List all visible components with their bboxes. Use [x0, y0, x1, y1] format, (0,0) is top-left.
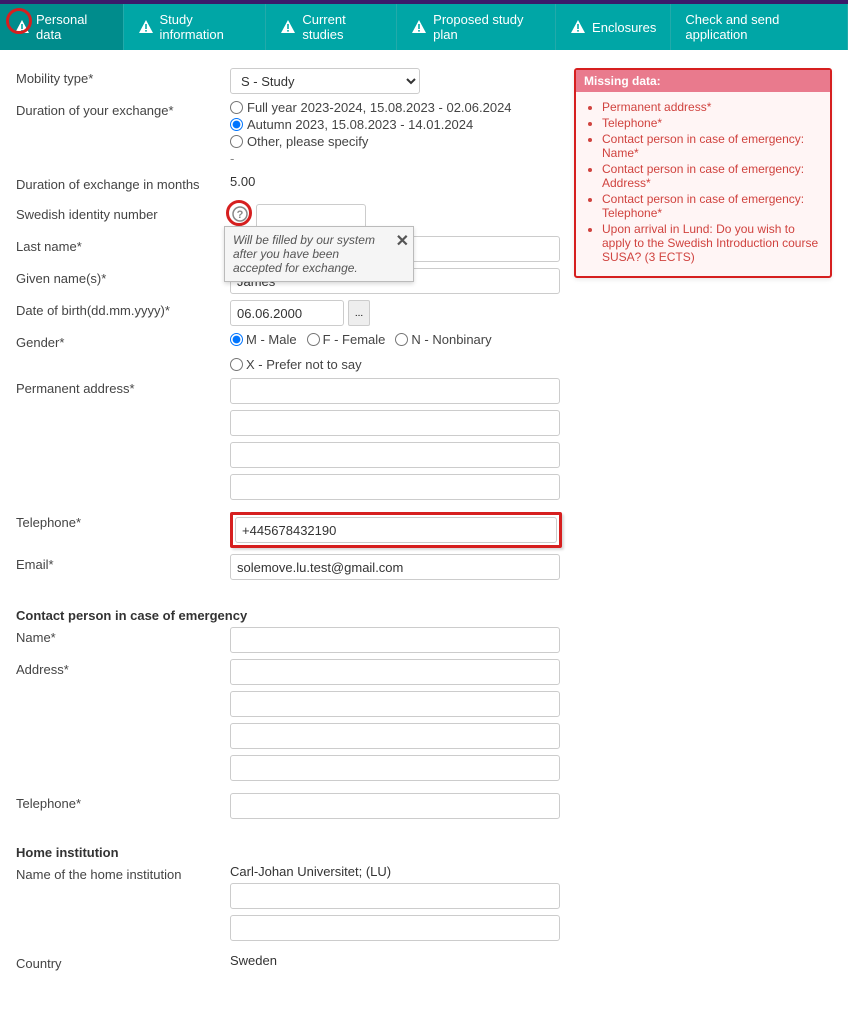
label-lastname: Last name*: [16, 236, 230, 254]
radio-full-year[interactable]: [230, 101, 243, 114]
emerg-tel-input[interactable]: [230, 793, 560, 819]
help-icon[interactable]: ? Will be filled by our system after you…: [230, 204, 250, 224]
tab-personal-data[interactable]: Personal data: [0, 4, 124, 50]
telephone-input[interactable]: [235, 517, 557, 543]
telephone-highlight: [230, 512, 562, 548]
label-duration-months: Duration of exchange in months: [16, 174, 230, 192]
emerg-addr-1[interactable]: [230, 659, 560, 685]
tab-label: Personal data: [36, 12, 109, 42]
tab-label: Study information: [160, 12, 252, 42]
label-country: Country: [16, 953, 230, 971]
tab-current-studies[interactable]: Current studies: [266, 4, 397, 50]
tab-label: Enclosures: [592, 20, 656, 35]
country-value: Sweden: [230, 953, 277, 968]
dob-picker-button[interactable]: ...: [348, 300, 370, 326]
label-telephone: Telephone*: [16, 512, 230, 530]
emerg-addr-3[interactable]: [230, 723, 560, 749]
tab-label: Current studies: [302, 12, 382, 42]
label-mobility: Mobility type*: [16, 68, 230, 86]
perm-addr-2[interactable]: [230, 410, 560, 436]
perm-addr-3[interactable]: [230, 442, 560, 468]
emerg-addr-4[interactable]: [230, 755, 560, 781]
label-emerg-name: Name*: [16, 627, 230, 645]
duration-months-value: 5.00: [230, 174, 255, 189]
warning-icon: [570, 19, 586, 35]
tabs-bar: Personal data Study information Current st…: [0, 4, 848, 50]
emerg-addr-2[interactable]: [230, 691, 560, 717]
tab-label: Check and send application: [685, 12, 833, 42]
missing-data-title: Missing data:: [576, 70, 830, 92]
tab-enclosures[interactable]: Enclosures: [556, 4, 671, 50]
missing-item: Contact person in case of emergency: Tel…: [602, 192, 822, 220]
label-perm-addr: Permanent address*: [16, 378, 230, 396]
label-sin: Swedish identity number: [16, 207, 158, 222]
radio-other[interactable]: [230, 135, 243, 148]
label-duration-exchange: Duration of your exchange*: [16, 100, 230, 118]
email-input[interactable]: [230, 554, 560, 580]
missing-item: Telephone*: [602, 116, 822, 130]
mobility-select[interactable]: S - Study: [230, 68, 420, 94]
svg-text:?: ?: [237, 209, 244, 221]
tab-proposed-study-plan[interactable]: Proposed study plan: [397, 4, 556, 50]
tab-label: Proposed study plan: [433, 12, 541, 42]
label-gender: Gender*: [16, 332, 230, 350]
label-emerg-addr: Address*: [16, 659, 230, 677]
warning-icon: [14, 19, 30, 35]
tab-check-and-send-application[interactable]: Check and send application: [671, 4, 848, 50]
missing-item: Contact person in case of emergency: Nam…: [602, 132, 822, 160]
tooltip-close[interactable]: ✕: [396, 231, 409, 251]
label-emerg-tel: Telephone*: [16, 793, 230, 811]
home-name-value: Carl-Johan Universitet; (LU): [230, 864, 391, 879]
home-extra-2[interactable]: [230, 915, 560, 941]
warning-icon: [138, 19, 154, 35]
home-heading: Home institution: [16, 845, 562, 860]
label-dob: Date of birth(dd.mm.yyyy)*: [16, 300, 230, 318]
emerg-heading: Contact person in case of emergency: [16, 608, 562, 623]
perm-addr-1[interactable]: [230, 378, 560, 404]
dob-input[interactable]: [230, 300, 344, 326]
missing-item: Upon arrival in Lund: Do you wish to app…: [602, 222, 822, 264]
tooltip: Will be filled by our system after you h…: [224, 226, 414, 282]
home-extra-1[interactable]: [230, 883, 560, 909]
radio-nonbinary[interactable]: [395, 333, 408, 346]
emerg-name-input[interactable]: [230, 627, 560, 653]
radio-male[interactable]: [230, 333, 243, 346]
missing-item: Contact person in case of emergency: Add…: [602, 162, 822, 190]
perm-addr-4[interactable]: [230, 474, 560, 500]
radio-prefer-not[interactable]: [230, 358, 243, 371]
warning-icon: [280, 19, 296, 35]
label-email: Email*: [16, 554, 230, 572]
warning-icon: [411, 19, 427, 35]
missing-data-panel: Missing data: Permanent address* Telephon…: [574, 68, 832, 278]
missing-item: Permanent address*: [602, 100, 822, 114]
radio-autumn[interactable]: [230, 118, 243, 131]
label-givennames: Given name(s)*: [16, 268, 230, 286]
radio-female[interactable]: [307, 333, 320, 346]
tab-study-information[interactable]: Study information: [124, 4, 267, 50]
label-home-name: Name of the home institution: [16, 864, 230, 882]
